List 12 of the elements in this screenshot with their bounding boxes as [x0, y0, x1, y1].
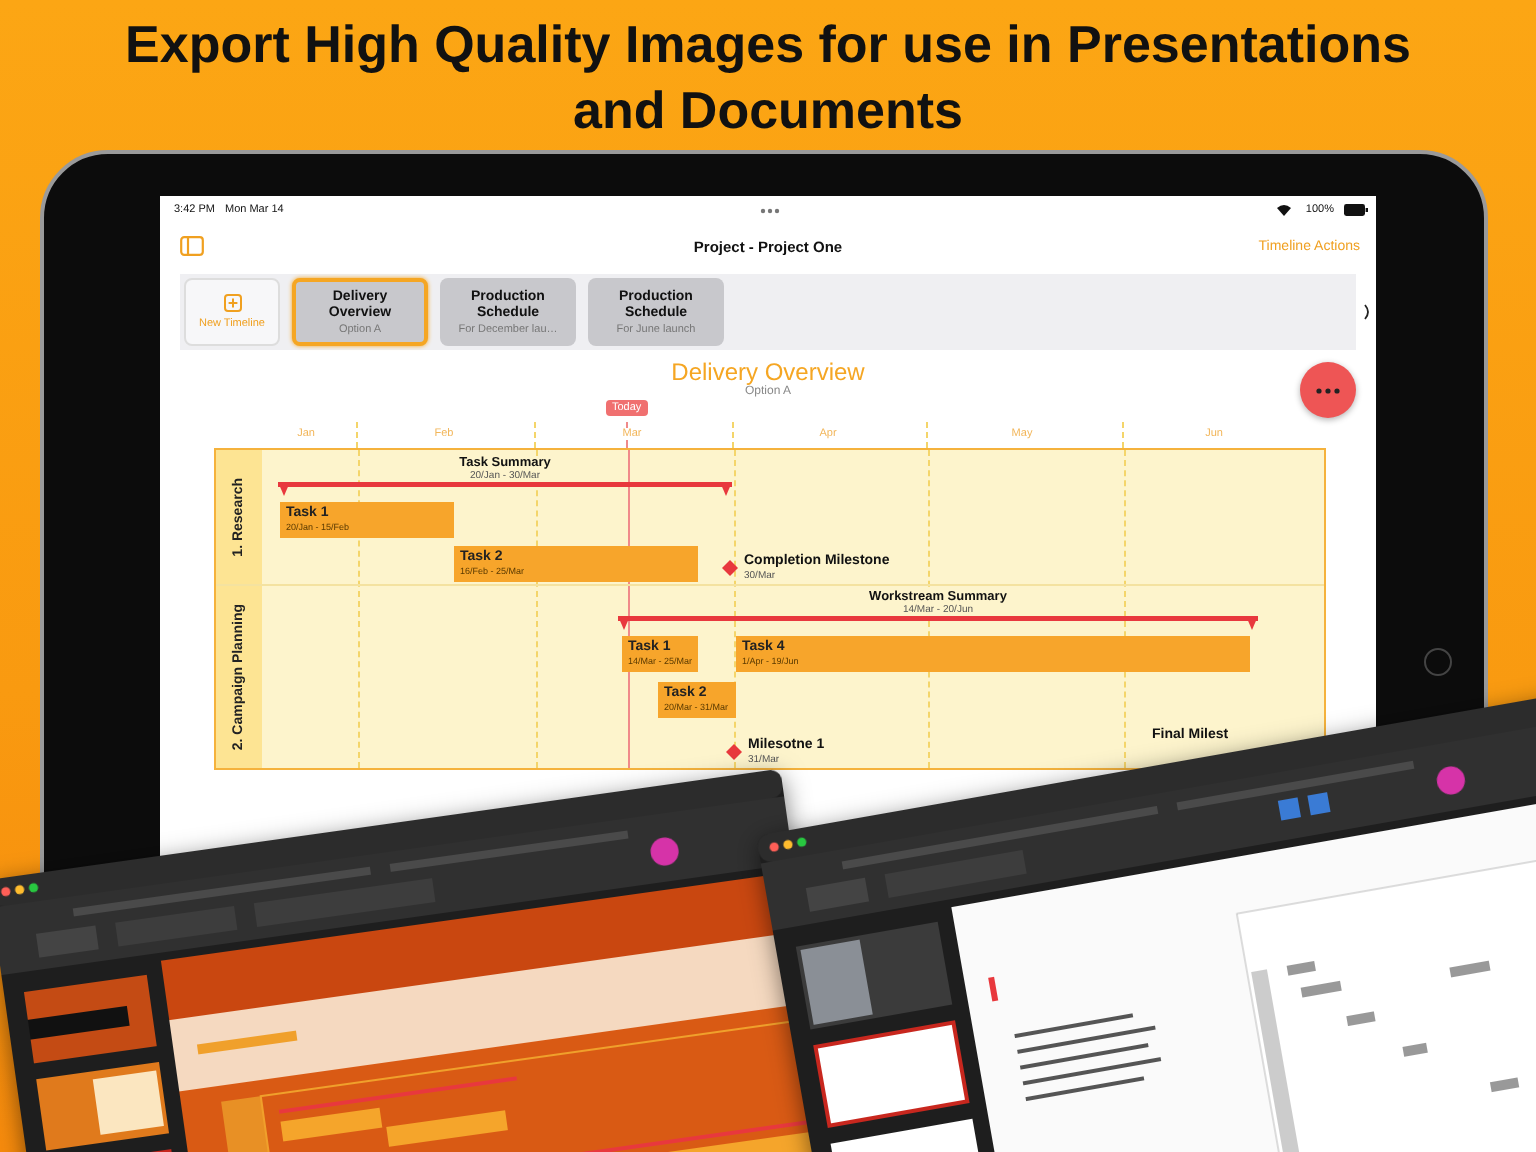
add-icon	[223, 294, 241, 312]
wifi-icon	[1275, 204, 1292, 216]
more-button[interactable]	[1300, 362, 1356, 418]
chart-title: Delivery Overview	[671, 358, 865, 386]
more-dots-icon	[1316, 387, 1340, 393]
camera-icon	[1424, 648, 1452, 676]
more-dots-icon[interactable]	[760, 208, 780, 214]
milestone-diamond-icon	[722, 560, 738, 576]
chevron-icon[interactable]	[1364, 304, 1372, 320]
battery-icon	[1344, 204, 1368, 216]
headline: Export High Quality Images for use in Presentations and Documents	[123, 12, 1413, 144]
milestone-diamond-icon	[726, 744, 742, 760]
